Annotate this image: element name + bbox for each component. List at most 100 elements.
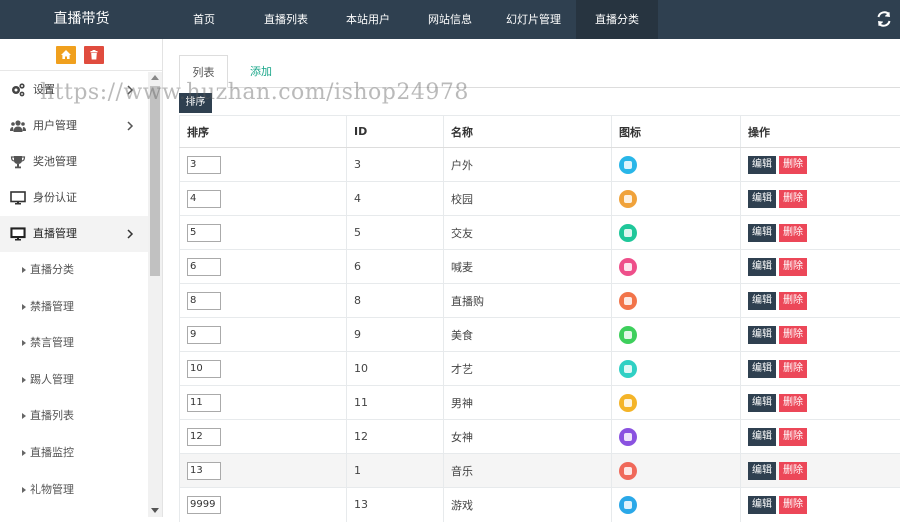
delete-button[interactable]: 删除 <box>779 326 807 344</box>
scroll-up-arrow-icon[interactable] <box>151 75 159 80</box>
sort-order-input[interactable] <box>187 258 221 276</box>
male-icon <box>619 394 637 412</box>
edit-button[interactable]: 编辑 <box>748 156 776 174</box>
edit-button[interactable]: 编辑 <box>748 462 776 480</box>
trash-icon <box>84 46 104 64</box>
delete-button[interactable]: 删除 <box>779 156 807 174</box>
sidebar-item-users[interactable]: 用户管理 <box>0 108 148 144</box>
delete-button[interactable]: 删除 <box>779 428 807 446</box>
sidebar-subitem-gifts[interactable]: 礼物管理 <box>0 472 148 509</box>
nav-home[interactable]: 首页 <box>163 0 245 39</box>
edit-button[interactable]: 编辑 <box>748 326 776 344</box>
actions-cell: 编辑删除 <box>741 182 900 216</box>
sort-button[interactable]: 排序 <box>179 93 212 113</box>
sidebar-item-live-management[interactable]: 直播管理 <box>0 216 148 252</box>
music-icon <box>619 462 637 480</box>
refresh-icon[interactable] <box>876 11 892 27</box>
sort-order-input[interactable] <box>187 462 221 480</box>
delete-button[interactable]: 删除 <box>779 190 807 208</box>
name-cell: 交友 <box>444 216 612 250</box>
shopping-bag-icon <box>619 292 637 310</box>
icon-cell <box>612 250 741 284</box>
sort-order-input[interactable] <box>187 292 221 310</box>
icon-cell <box>612 488 741 522</box>
table-row: 6喊麦编辑删除 <box>180 250 900 284</box>
trophy-icon <box>10 154 26 170</box>
sidebar-subitem-live-category[interactable]: 直播分类 <box>0 252 148 289</box>
category-table: 排序 ID 名称 图标 操作 3户外编辑删除4校园编辑删除5交友编辑删除6喊麦编… <box>179 115 900 522</box>
tab-add[interactable]: 添加 <box>241 55 281 88</box>
sidebar-subitem-live-monitor[interactable]: 直播监控 <box>0 435 148 472</box>
sidebar-item-label: 奖池管理 <box>33 144 77 180</box>
delete-button[interactable]: 删除 <box>779 258 807 276</box>
scrollbar-thumb[interactable] <box>150 86 160 276</box>
edit-button[interactable]: 编辑 <box>748 292 776 310</box>
palette-icon <box>619 360 637 378</box>
id-cell: 4 <box>347 182 444 216</box>
column-header-id: ID <box>347 116 444 148</box>
actions-cell: 编辑删除 <box>741 488 900 522</box>
sidebar-subitem-ban-live[interactable]: 禁播管理 <box>0 289 148 326</box>
name-cell: 美食 <box>444 318 612 352</box>
sidebar-scrollbar[interactable] <box>148 72 162 517</box>
sidebar-item-label: 用户管理 <box>33 108 77 144</box>
clear-cache-button[interactable] <box>84 46 104 64</box>
table-row: 5交友编辑删除 <box>180 216 900 250</box>
sort-order-input[interactable] <box>187 496 221 514</box>
caret-right-icon <box>22 267 26 273</box>
tab-list[interactable]: 列表 <box>179 55 228 88</box>
edit-button[interactable]: 编辑 <box>748 394 776 412</box>
edit-button[interactable]: 编辑 <box>748 258 776 276</box>
sidebar-subitem-mute[interactable]: 禁言管理 <box>0 325 148 362</box>
home-button[interactable] <box>56 46 76 64</box>
caret-right-icon <box>22 340 26 346</box>
sidebar-subitem-kick[interactable]: 踢人管理 <box>0 362 148 399</box>
edit-button[interactable]: 编辑 <box>748 428 776 446</box>
name-cell: 喊麦 <box>444 250 612 284</box>
sort-order-input[interactable] <box>187 360 221 378</box>
name-cell: 游戏 <box>444 488 612 522</box>
nav-slideshow[interactable]: 幻灯片管理 <box>491 0 576 39</box>
table-row: 8直播购编辑删除 <box>180 284 900 318</box>
delete-button[interactable]: 删除 <box>779 292 807 310</box>
sort-order-input[interactable] <box>187 326 221 344</box>
icon-cell <box>612 318 741 352</box>
edit-button[interactable]: 编辑 <box>748 190 776 208</box>
home-icon <box>56 46 76 64</box>
sort-order-input[interactable] <box>187 224 221 242</box>
edit-button[interactable]: 编辑 <box>748 360 776 378</box>
sort-order-input[interactable] <box>187 394 221 412</box>
nav-site-users[interactable]: 本站用户 <box>327 0 409 39</box>
icon-cell <box>612 420 741 454</box>
delete-button[interactable]: 删除 <box>779 462 807 480</box>
sidebar-item-prize-pool[interactable]: 奖池管理 <box>0 144 148 180</box>
delete-button[interactable]: 删除 <box>779 496 807 514</box>
sidebar-item-settings[interactable]: 设置 <box>0 72 148 108</box>
sidebar-item-identity[interactable]: 身份认证 <box>0 180 148 216</box>
sidebar-subitem-label: 禁播管理 <box>30 289 74 325</box>
delete-button[interactable]: 删除 <box>779 394 807 412</box>
sort-cell <box>180 182 347 216</box>
edit-button[interactable]: 编辑 <box>748 496 776 514</box>
delete-button[interactable]: 删除 <box>779 360 807 378</box>
nav-site-info[interactable]: 网站信息 <box>409 0 491 39</box>
edit-button[interactable]: 编辑 <box>748 224 776 242</box>
nav-live-list[interactable]: 直播列表 <box>245 0 327 39</box>
gears-icon <box>10 82 26 98</box>
sort-cell <box>180 454 347 488</box>
sidebar-subitem-live-list[interactable]: 直播列表 <box>0 398 148 435</box>
table-row: 1音乐编辑删除 <box>180 454 900 488</box>
id-cell: 12 <box>347 420 444 454</box>
scroll-down-arrow-icon[interactable] <box>151 508 159 513</box>
nav-live-category[interactable]: 直播分类 <box>576 0 658 39</box>
sort-order-input[interactable] <box>187 428 221 446</box>
icon-cell <box>612 454 741 488</box>
actions-cell: 编辑删除 <box>741 420 900 454</box>
sort-order-input[interactable] <box>187 190 221 208</box>
sort-order-input[interactable] <box>187 156 221 174</box>
caret-right-icon <box>22 304 26 310</box>
column-header-icon: 图标 <box>612 116 741 148</box>
table-row: 11男神编辑删除 <box>180 386 900 420</box>
id-cell: 3 <box>347 148 444 182</box>
delete-button[interactable]: 删除 <box>779 224 807 242</box>
